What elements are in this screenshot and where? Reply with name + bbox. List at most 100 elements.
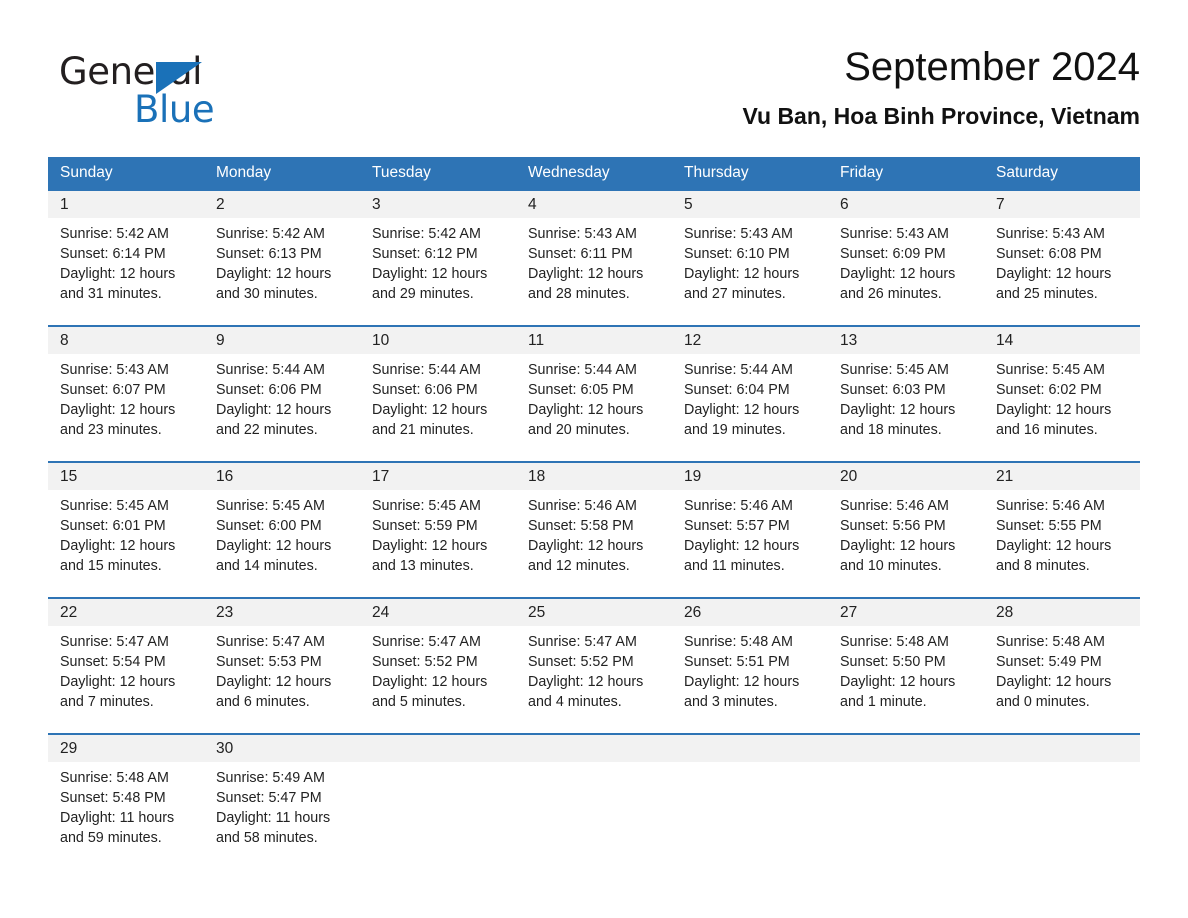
day-cell[interactable]: Sunrise: 5:43 AM Sunset: 6:08 PM Dayligh… <box>984 218 1140 325</box>
day-cell[interactable]: Sunrise: 5:48 AM Sunset: 5:48 PM Dayligh… <box>48 762 204 865</box>
day-number[interactable]: 27 <box>828 599 984 626</box>
day-cell[interactable]: Sunrise: 5:46 AM Sunset: 5:58 PM Dayligh… <box>516 490 672 597</box>
day-number[interactable]: 16 <box>204 463 360 490</box>
daylight-text-line1: Daylight: 12 hours <box>528 266 644 283</box>
daylight-text-line2: and 14 minutes. <box>216 558 318 575</box>
day-cell-empty <box>672 762 828 865</box>
calendar-table: Sunday Monday Tuesday Wednesday Thursday… <box>48 157 1140 865</box>
day-number[interactable]: 22 <box>48 599 204 626</box>
daylight-text-line2: and 10 minutes. <box>840 558 942 575</box>
day-cell[interactable]: Sunrise: 5:45 AM Sunset: 6:03 PM Dayligh… <box>828 354 984 461</box>
daylight-text-line2: and 27 minutes. <box>684 286 786 303</box>
day-number[interactable]: 2 <box>204 191 360 218</box>
day-cell[interactable]: Sunrise: 5:46 AM Sunset: 5:55 PM Dayligh… <box>984 490 1140 597</box>
day-cell[interactable]: Sunrise: 5:44 AM Sunset: 6:05 PM Dayligh… <box>516 354 672 461</box>
day-cell[interactable]: Sunrise: 5:43 AM Sunset: 6:10 PM Dayligh… <box>672 218 828 325</box>
daylight-text-line1: Daylight: 12 hours <box>372 266 488 283</box>
daylight-text-line1: Daylight: 12 hours <box>684 538 800 555</box>
day-cell[interactable]: Sunrise: 5:49 AM Sunset: 5:47 PM Dayligh… <box>204 762 360 865</box>
day-cell-empty <box>984 762 1140 865</box>
day-number[interactable]: 6 <box>828 191 984 218</box>
title-block: September 2024 Vu Ban, Hoa Binh Province… <box>380 40 1140 133</box>
day-cell[interactable]: Sunrise: 5:47 AM Sunset: 5:53 PM Dayligh… <box>204 626 360 733</box>
week-date-strip: 22 23 24 25 26 27 28 <box>48 599 1140 626</box>
day-number[interactable]: 8 <box>48 327 204 354</box>
day-number[interactable]: 7 <box>984 191 1140 218</box>
day-cell[interactable]: Sunrise: 5:43 AM Sunset: 6:09 PM Dayligh… <box>828 218 984 325</box>
sunset-text: Sunset: 6:06 PM <box>216 382 322 399</box>
daylight-text-line1: Daylight: 12 hours <box>840 402 956 419</box>
day-cell[interactable]: Sunrise: 5:45 AM Sunset: 6:00 PM Dayligh… <box>204 490 360 597</box>
day-number[interactable]: 3 <box>360 191 516 218</box>
day-cell[interactable]: Sunrise: 5:42 AM Sunset: 6:13 PM Dayligh… <box>204 218 360 325</box>
sunset-text: Sunset: 6:00 PM <box>216 518 322 535</box>
daylight-text-line1: Daylight: 12 hours <box>840 538 956 555</box>
day-number[interactable]: 28 <box>984 599 1140 626</box>
day-cell[interactable]: Sunrise: 5:44 AM Sunset: 6:06 PM Dayligh… <box>204 354 360 461</box>
day-number[interactable]: 23 <box>204 599 360 626</box>
day-number[interactable]: 15 <box>48 463 204 490</box>
day-number[interactable]: 5 <box>672 191 828 218</box>
sunrise-text: Sunrise: 5:43 AM <box>684 226 793 242</box>
day-cell[interactable]: Sunrise: 5:46 AM Sunset: 5:56 PM Dayligh… <box>828 490 984 597</box>
day-number[interactable]: 18 <box>516 463 672 490</box>
sunset-text: Sunset: 5:59 PM <box>372 518 478 535</box>
day-number[interactable]: 10 <box>360 327 516 354</box>
day-cell[interactable]: Sunrise: 5:45 AM Sunset: 5:59 PM Dayligh… <box>360 490 516 597</box>
sunset-text: Sunset: 5:53 PM <box>216 654 322 671</box>
day-cell[interactable]: Sunrise: 5:47 AM Sunset: 5:54 PM Dayligh… <box>48 626 204 733</box>
day-number[interactable]: 20 <box>828 463 984 490</box>
sunrise-text: Sunrise: 5:43 AM <box>528 226 637 242</box>
calendar-week-row: 22 23 24 25 26 27 28 Sunrise: 5:47 AM Su… <box>48 597 1140 733</box>
day-number[interactable]: 17 <box>360 463 516 490</box>
daylight-text-line1: Daylight: 12 hours <box>216 402 332 419</box>
calendar-week-row: 15 16 17 18 19 20 21 Sunrise: 5:45 AM Su… <box>48 461 1140 597</box>
day-cell[interactable]: Sunrise: 5:42 AM Sunset: 6:12 PM Dayligh… <box>360 218 516 325</box>
day-number[interactable]: 24 <box>360 599 516 626</box>
day-number[interactable]: 12 <box>672 327 828 354</box>
calendar-week-row: 29 30 Sunrise: 5:48 AM Sunset: 5:48 PM D… <box>48 733 1140 865</box>
day-number[interactable]: 21 <box>984 463 1140 490</box>
dow-friday: Friday <box>840 164 884 181</box>
day-number[interactable]: 11 <box>516 327 672 354</box>
general-blue-logo[interactable]: General Blue <box>59 52 279 132</box>
day-number[interactable]: 25 <box>516 599 672 626</box>
day-number[interactable]: 1 <box>48 191 204 218</box>
day-cell[interactable]: Sunrise: 5:48 AM Sunset: 5:49 PM Dayligh… <box>984 626 1140 733</box>
day-number[interactable]: 26 <box>672 599 828 626</box>
sunrise-text: Sunrise: 5:43 AM <box>60 362 169 378</box>
calendar-page: General Blue September 2024 Vu Ban, Hoa … <box>0 0 1188 918</box>
daylight-text-line2: and 13 minutes. <box>372 558 474 575</box>
day-cell[interactable]: Sunrise: 5:43 AM Sunset: 6:07 PM Dayligh… <box>48 354 204 461</box>
sunrise-text: Sunrise: 5:42 AM <box>216 226 325 242</box>
day-number[interactable]: 13 <box>828 327 984 354</box>
sunrise-text: Sunrise: 5:45 AM <box>60 498 169 514</box>
sunrise-text: Sunrise: 5:44 AM <box>372 362 481 378</box>
day-number[interactable]: 19 <box>672 463 828 490</box>
day-number[interactable]: 14 <box>984 327 1140 354</box>
sunset-text: Sunset: 5:56 PM <box>840 518 946 535</box>
day-cell[interactable]: Sunrise: 5:45 AM Sunset: 6:02 PM Dayligh… <box>984 354 1140 461</box>
day-cell[interactable]: Sunrise: 5:47 AM Sunset: 5:52 PM Dayligh… <box>516 626 672 733</box>
day-number[interactable]: 30 <box>204 735 360 762</box>
day-cell[interactable]: Sunrise: 5:43 AM Sunset: 6:11 PM Dayligh… <box>516 218 672 325</box>
daylight-text-line1: Daylight: 12 hours <box>216 674 332 691</box>
sunrise-text: Sunrise: 5:48 AM <box>684 634 793 650</box>
day-number-empty <box>984 735 1140 762</box>
sunset-text: Sunset: 5:52 PM <box>372 654 478 671</box>
day-cell[interactable]: Sunrise: 5:42 AM Sunset: 6:14 PM Dayligh… <box>48 218 204 325</box>
day-number[interactable]: 4 <box>516 191 672 218</box>
day-cell[interactable]: Sunrise: 5:48 AM Sunset: 5:51 PM Dayligh… <box>672 626 828 733</box>
week-date-strip: 29 30 <box>48 735 1140 762</box>
daylight-text-line2: and 11 minutes. <box>684 558 785 575</box>
day-number[interactable]: 29 <box>48 735 204 762</box>
day-cell[interactable]: Sunrise: 5:47 AM Sunset: 5:52 PM Dayligh… <box>360 626 516 733</box>
day-number[interactable]: 9 <box>204 327 360 354</box>
day-cell[interactable]: Sunrise: 5:46 AM Sunset: 5:57 PM Dayligh… <box>672 490 828 597</box>
day-cell[interactable]: Sunrise: 5:44 AM Sunset: 6:04 PM Dayligh… <box>672 354 828 461</box>
day-cell[interactable]: Sunrise: 5:45 AM Sunset: 6:01 PM Dayligh… <box>48 490 204 597</box>
day-cell[interactable]: Sunrise: 5:44 AM Sunset: 6:06 PM Dayligh… <box>360 354 516 461</box>
day-cell-empty <box>828 762 984 865</box>
daylight-text-line2: and 19 minutes. <box>684 422 786 439</box>
day-cell[interactable]: Sunrise: 5:48 AM Sunset: 5:50 PM Dayligh… <box>828 626 984 733</box>
